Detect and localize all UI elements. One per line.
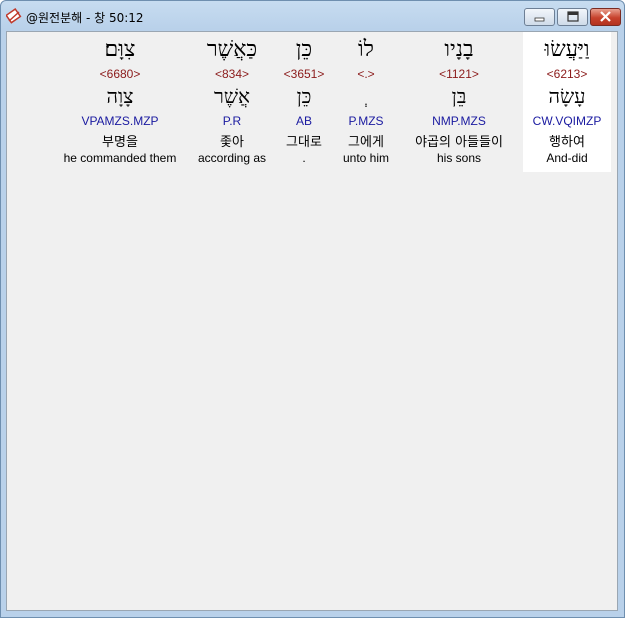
hebrew-lemma: אֲשֶׁר [214,84,250,108]
hebrew-lemma: בֵּן [451,84,467,108]
hebrew-lemma: כֵּן [296,84,312,108]
app-window: @원전분해 - 창 50:12 וַיַּעֲשׂוּ <6213> עָשָׂ… [0,0,625,618]
word-column[interactable]: כֵּן <3651> כֵּן AB 그대로 . [277,32,331,172]
strong-number: <6213> [546,67,588,81]
hebrew-word: לוֹ [358,37,374,62]
english-gloss: And-did [546,151,588,165]
strong-number: <834> [214,67,250,81]
minimize-icon [534,17,545,22]
korean-gloss: 야곱의 아들들이 [415,135,503,150]
close-button[interactable] [590,8,621,26]
title-bar[interactable]: @원전분해 - 창 50:12 [1,1,624,31]
window-title: @원전분해 - 창 50:12 [26,11,144,25]
korean-gloss: 부명을 [102,135,138,150]
window-bottom-border [1,611,624,617]
strong-number: <1121> [439,67,479,81]
morphology-code: AB [295,114,312,128]
korean-gloss: 그대로 [286,135,322,150]
app-icon [6,8,22,24]
english-gloss: . [302,151,306,165]
strong-number: <3651> [283,67,325,81]
word-column[interactable]: לוֹ <.> ְ P.MZS 그에게 unto him [333,32,399,172]
strong-number: <.> [357,67,375,81]
morphology-code: CW.VQIMZP [532,114,602,128]
korean-gloss: 그에게 [348,135,384,150]
maximize-button[interactable] [557,8,588,26]
hebrew-word: בָנָיו [444,37,474,62]
analysis-pane: וַיַּעֲשׂוּ <6213> עָשָׂה CW.VQIMZP 행하여 … [6,31,618,611]
korean-gloss: 행하여 [549,135,585,150]
english-gloss: he commanded them [63,151,177,165]
morphology-code: P.MZS [348,114,384,128]
hebrew-lemma: עָשָׂה [548,84,586,108]
morphology-code: VPAMZS.MZP [81,114,159,128]
morphology-code: P.R [222,114,242,128]
word-column[interactable]: כַּאֲשֶׁר <834> אֲשֶׁר P.R 좇아 according … [189,32,275,172]
korean-gloss: 좇아 [220,135,244,150]
maximize-icon [567,11,579,22]
hebrew-word: צִוָּם׃ [104,37,136,62]
hebrew-lemma: ְ [333,84,399,110]
word-column[interactable]: צִוָּם׃ <6680> צָוָה VPAMZS.MZP 부명을 he c… [55,32,185,172]
english-gloss: his sons [436,151,482,165]
word-column[interactable]: בָנָיו <1121> בֵּן NMP.MZS 야곱의 아들들이 his … [399,32,519,172]
hebrew-word: כַּאֲשֶׁר [206,37,258,62]
hebrew-lemma: צָוָה [106,84,134,108]
strong-number: <6680> [99,67,141,81]
hebrew-word: כֵּן [295,37,313,62]
english-gloss: according as [197,151,267,165]
minimize-button[interactable] [524,8,555,26]
english-gloss: unto him [342,151,390,165]
hebrew-word: וַיַּעֲשׂוּ [544,37,590,62]
word-column[interactable]: וַיַּעֲשׂוּ <6213> עָשָׂה CW.VQIMZP 행하여 … [523,32,611,172]
close-icon [600,11,611,22]
morphology-code: NMP.MZS [432,114,486,128]
